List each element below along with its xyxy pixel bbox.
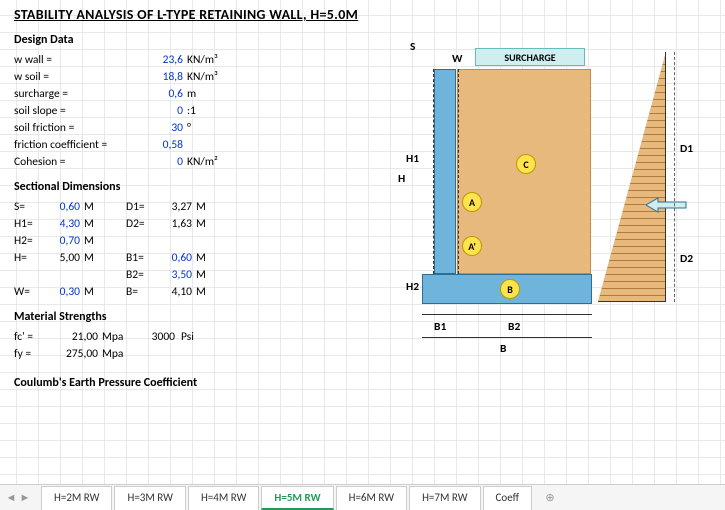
sheet-tab[interactable]: H=3M RW: [114, 486, 185, 510]
pressure-arrow-icon: [646, 196, 690, 214]
sheet-tab[interactable]: H=6M RW: [336, 486, 407, 510]
dim-line-b: [422, 337, 592, 338]
tab-nav-next[interactable]: ►: [18, 489, 32, 507]
marker-c: C: [516, 154, 536, 174]
dim-label-w: W: [452, 52, 462, 66]
add-sheet-button[interactable]: ⊕: [539, 487, 561, 509]
marker-a: A: [462, 192, 482, 212]
dim-label-b: B: [500, 342, 506, 356]
tab-nav-prev[interactable]: ◄: [4, 489, 18, 507]
section-coulomb: Coulumb's Earth Pressure Coefficient: [14, 376, 711, 390]
dim-label-h2: H2: [406, 280, 419, 294]
sheet-tabs: H=2M RWH=3M RWH=4M RWH=5M RWH=6M RWH=7M …: [40, 486, 533, 510]
dim-label-h: H: [398, 172, 405, 186]
earth-pressure-triangle: [598, 52, 666, 302]
sheet-tab-bar: ◄ ► H=2M RWH=3M RWH=4M RWH=5M RWH=6M RWH…: [0, 484, 725, 510]
worksheet-area: STABILITY ANALYSIS OF L-TYPE RETAINING W…: [0, 0, 725, 510]
dim-label-b1: B1: [434, 320, 446, 334]
sheet-tab[interactable]: H=7M RW: [409, 486, 480, 510]
page-title: STABILITY ANALYSIS OF L-TYPE RETAINING W…: [14, 6, 711, 23]
marker-a-prime: A': [462, 236, 482, 256]
sheet-tab[interactable]: H=5M RW: [261, 486, 333, 510]
sheet-tab[interactable]: H=4M RW: [188, 486, 259, 510]
dash-s: [422, 69, 434, 274]
marker-b: B: [500, 279, 520, 299]
sheet-tab[interactable]: Coeff: [483, 486, 532, 510]
dim-label-h1: H1: [406, 152, 419, 166]
dim-label-b2: B2: [508, 320, 520, 334]
dim-line-b1b2: [422, 314, 592, 315]
dim-label-d2: D2: [680, 252, 693, 266]
dim-label-d1: D1: [680, 142, 693, 156]
surcharge-label: SURCHARGE: [475, 48, 585, 66]
dim-line-d: [674, 52, 675, 302]
sheet-tab[interactable]: H=2M RW: [41, 486, 112, 510]
dim-label-s: S: [410, 40, 415, 54]
wall-stem: [434, 69, 456, 274]
retaining-wall-diagram: S W SURCHARGE A A' B C H H1 H2 B1 B2 B D…: [370, 42, 710, 362]
